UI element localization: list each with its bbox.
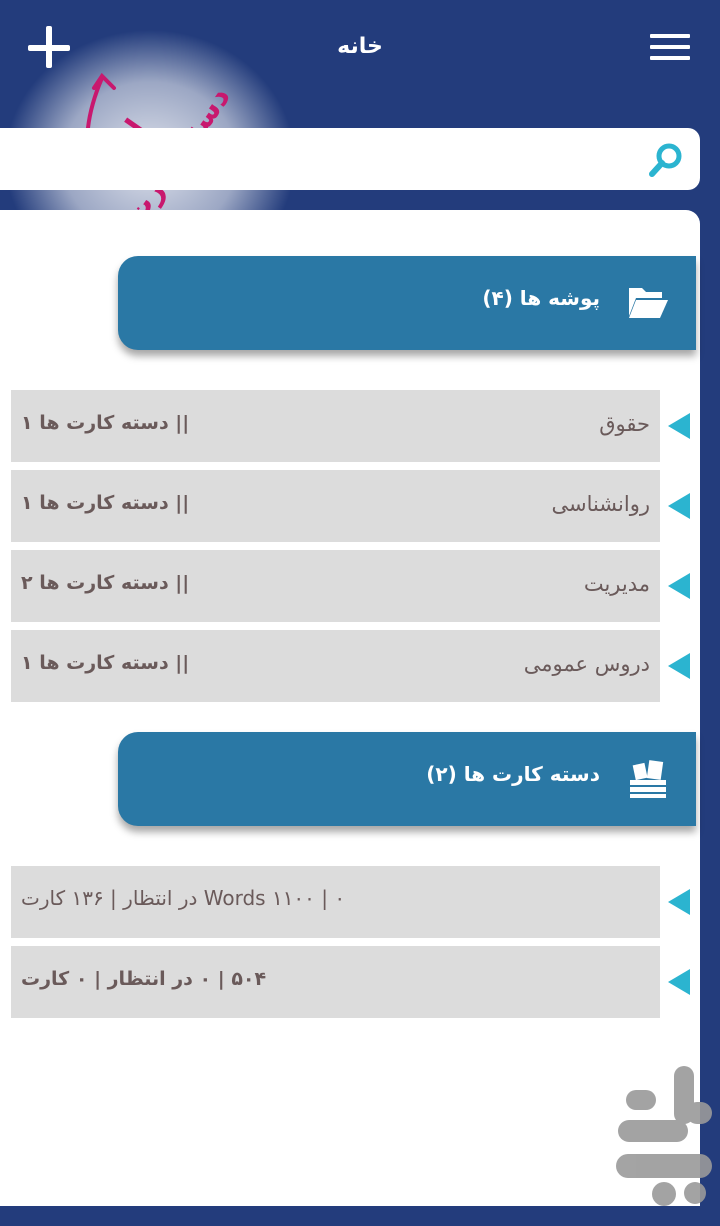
search-bar — [0, 128, 700, 190]
folder-name: حقوق — [599, 412, 650, 436]
folder-row-doroos-omoomi[interactable]: دروس عمومی || دسته کارت ها ۱ — [11, 630, 660, 702]
expand-arrow-icon[interactable] — [668, 653, 690, 679]
decks-section-label: دسته کارت ها (۲) — [426, 762, 600, 786]
hamburger-menu-icon[interactable] — [650, 34, 690, 60]
folder-deck-count: || دسته کارت ها ۱ — [21, 412, 190, 434]
search-icon[interactable] — [646, 140, 686, 180]
deck-stats: Words ۱۱۰۰ | ۰ در انتظار | ۱۳۶ کارت — [21, 886, 346, 910]
deck-row-504[interactable]: ۵۰۴ | ۰ در انتظار | ۰ کارت — [11, 946, 660, 1018]
expand-arrow-icon[interactable] — [668, 889, 690, 915]
deck-stats: ۵۰۴ | ۰ در انتظار | ۰ کارت — [21, 968, 267, 990]
deck-row-words[interactable]: Words ۱۱۰۰ | ۰ در انتظار | ۱۳۶ کارت — [11, 866, 660, 938]
expand-arrow-icon[interactable] — [668, 969, 690, 995]
folders-section-label: پوشه ها (۴) — [482, 286, 600, 310]
watermark-logo-icon — [616, 1066, 712, 1206]
folder-name: روانشناسی — [551, 492, 650, 516]
folder-deck-count: || دسته کارت ها ۱ — [21, 652, 190, 674]
content-panel: پوشه ها (۴) حقوق || دسته کارت ها ۱ روانش… — [0, 210, 700, 1206]
folder-deck-count: || دسته کارت ها ۱ — [21, 492, 190, 514]
decks-section-header[interactable]: دسته کارت ها (۲) — [118, 732, 696, 826]
folder-row-huquq[interactable]: حقوق || دسته کارت ها ۱ — [11, 390, 660, 462]
expand-arrow-icon[interactable] — [668, 493, 690, 519]
folders-section-header[interactable]: پوشه ها (۴) — [118, 256, 696, 350]
folder-name: دروس عمومی — [523, 652, 650, 676]
search-input[interactable] — [10, 138, 634, 180]
expand-arrow-icon[interactable] — [668, 573, 690, 599]
folder-name: مدیریت — [583, 572, 650, 596]
expand-arrow-icon[interactable] — [668, 413, 690, 439]
card-deck-icon — [630, 760, 666, 798]
folder-open-icon — [629, 288, 668, 318]
folder-row-ravanshenasi[interactable]: روانشناسی || دسته کارت ها ۱ — [11, 470, 660, 542]
folder-row-modiriat[interactable]: مدیریت || دسته کارت ها ۲ — [11, 550, 660, 622]
folder-deck-count: || دسته کارت ها ۲ — [21, 572, 190, 594]
